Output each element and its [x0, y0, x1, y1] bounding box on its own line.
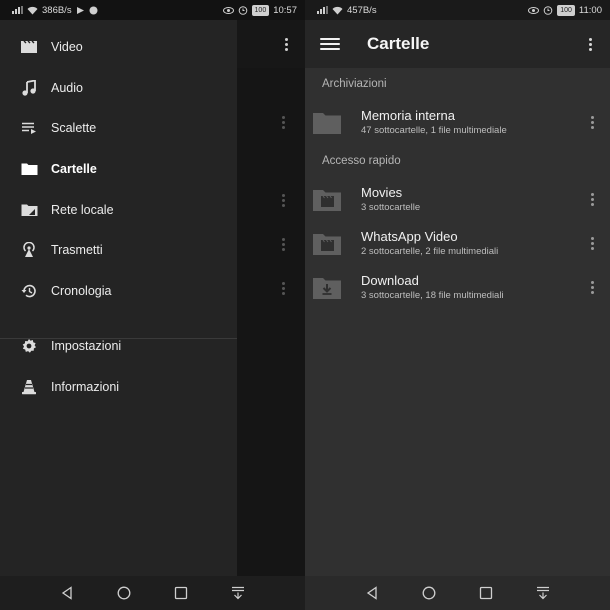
movie-folder-icon — [313, 234, 341, 255]
drawer-item-settings[interactable]: Impostazioni — [0, 326, 237, 366]
folder-icon — [313, 113, 341, 134]
more-options-icon — [275, 112, 291, 132]
drawer-item-local-network[interactable]: Rete locale — [0, 190, 237, 230]
folder-row-internal-memory[interactable]: Memoria interna 47 sottocartelle, 1 file… — [305, 104, 610, 148]
drawer-item-history[interactable]: Cronologia — [0, 271, 237, 311]
folder-icon — [20, 160, 38, 178]
folder-name: Memoria interna — [361, 108, 455, 123]
folder-details: 2 sottocartelle, 2 file multimediali — [361, 246, 499, 257]
notification-icon — [89, 6, 98, 14]
network-speed: 457B/s — [347, 4, 377, 16]
more-options-icon[interactable] — [584, 277, 600, 297]
recents-icon[interactable] — [478, 585, 494, 601]
drawer-item-label: Scalette — [51, 121, 97, 135]
drawer-item-about[interactable]: Informazioni — [0, 367, 237, 407]
more-options-icon[interactable] — [584, 112, 600, 132]
download-folder-icon — [313, 278, 341, 299]
battery-indicator: 100 — [251, 4, 270, 16]
folder-row-download[interactable]: Download 3 sottocartelle, 18 file multim… — [305, 269, 610, 313]
home-icon[interactable] — [421, 585, 437, 601]
dimmed-app-bar — [237, 20, 305, 68]
vlc-notification-icon — [76, 6, 84, 14]
app-bar: Cartelle — [305, 20, 610, 68]
drawer-item-label: Video — [51, 40, 83, 54]
right-screen: 457B/s 100 11:00 Cartelle Archiviazioni … — [305, 0, 610, 610]
video-icon — [20, 38, 38, 56]
back-icon[interactable] — [59, 585, 75, 601]
drawer-item-video[interactable]: Video — [0, 27, 237, 67]
drawer-item-label: Informazioni — [51, 380, 120, 394]
eye-comfort-icon — [528, 6, 540, 14]
drawer-item-label: Cronologia — [51, 284, 112, 298]
signal-icon — [317, 6, 328, 14]
more-options-icon[interactable] — [584, 233, 600, 253]
eye-comfort-icon — [222, 6, 234, 14]
notification-shade-icon[interactable] — [230, 585, 246, 601]
folder-name: Download — [361, 273, 419, 288]
drawer-item-audio[interactable]: Audio — [0, 68, 237, 108]
more-options-icon — [275, 234, 291, 254]
page-title: Cartelle — [367, 34, 430, 53]
folder-details: 3 sottocartelle, 18 file multimediali — [361, 290, 504, 301]
home-icon[interactable] — [116, 585, 132, 601]
system-nav-bar — [305, 576, 610, 610]
drawer-item-folders[interactable]: Cartelle — [0, 149, 237, 189]
vlc-cone-icon — [20, 378, 38, 396]
section-header-storage: Archiviazioni — [322, 78, 387, 90]
status-bar: 457B/s 100 11:00 — [305, 0, 610, 20]
movie-folder-icon — [313, 190, 341, 211]
folder-name: Movies — [361, 185, 403, 200]
signal-icon — [12, 6, 23, 14]
more-options-icon — [275, 278, 291, 298]
folder-name: WhatsApp Video — [361, 229, 458, 244]
drawer-item-label: Rete locale — [51, 203, 114, 217]
drawer-item-stream[interactable]: Trasmetti — [0, 230, 237, 270]
notification-shade-icon[interactable] — [535, 585, 551, 601]
history-icon — [20, 282, 38, 300]
folder-row-movies[interactable]: Movies 3 sottocartelle — [305, 181, 610, 225]
wifi-icon — [332, 6, 343, 14]
recents-icon[interactable] — [173, 585, 189, 601]
clock: 11:00 — [578, 4, 602, 16]
alarm-icon — [238, 6, 247, 15]
hamburger-menu-icon[interactable] — [320, 36, 340, 52]
playlist-icon — [20, 119, 38, 137]
more-options-icon — [278, 34, 294, 54]
more-options-icon — [275, 190, 291, 210]
more-options-icon[interactable] — [584, 189, 600, 209]
folder-details: 3 sottocartelle — [361, 202, 421, 213]
network-speed: 386B/s — [42, 4, 72, 16]
gear-icon — [20, 337, 38, 355]
more-options-icon[interactable] — [582, 34, 598, 54]
folder-row-whatsapp-video[interactable]: WhatsApp Video 2 sottocartelle, 2 file m… — [305, 225, 610, 269]
navigation-drawer: Video Audio Scalette Cartelle Rete local… — [0, 20, 237, 576]
system-nav-bar — [0, 576, 305, 610]
clock: 10:57 — [273, 4, 297, 16]
back-icon[interactable] — [364, 585, 380, 601]
stream-icon — [20, 241, 38, 259]
network-folder-icon — [20, 201, 38, 219]
drawer-item-label: Cartelle — [51, 162, 97, 176]
alarm-icon — [543, 6, 553, 15]
drawer-item-playlists[interactable]: Scalette — [0, 108, 237, 148]
music-note-icon — [20, 79, 38, 97]
drawer-item-label: Impostazioni — [51, 339, 122, 353]
section-header-quick-access: Accesso rapido — [322, 155, 401, 167]
drawer-item-label: Audio — [51, 81, 83, 95]
status-bar: 386B/s 100 10:57 — [0, 0, 305, 20]
drawer-item-label: Trasmetti — [51, 243, 103, 257]
battery-indicator: 100 — [557, 4, 575, 16]
wifi-icon — [27, 6, 38, 14]
drawer-scrim[interactable] — [237, 20, 305, 576]
folder-details: 47 sottocartelle, 1 file multimediale — [361, 125, 507, 136]
left-screen: 386B/s 100 10:57 Video Audio Scalette Ca… — [0, 0, 305, 610]
